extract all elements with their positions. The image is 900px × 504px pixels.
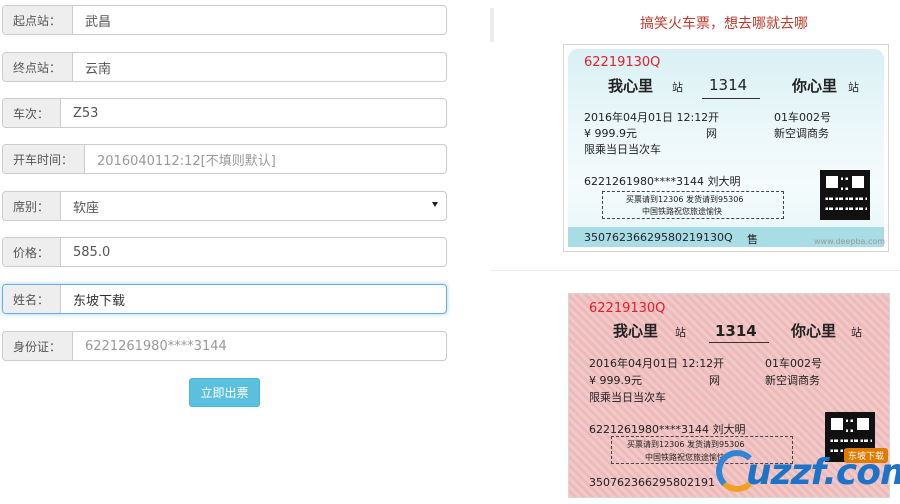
ticket-preview-blue: 62219130Q 我心里 站 1314 你心里 站 2016年04月01日 1… [563,44,889,252]
seat-type-label: 席别： [3,192,61,220]
ticket-class: 新空调商务 [774,127,829,140]
qr-code-icon [820,170,870,220]
to-station-suffix: 站 [848,81,859,94]
ticket-date-red: 2016年04月01日 12:12开 [589,357,725,370]
depart-time-label: 开车时间： [3,145,85,173]
name-label: 姓名： [3,285,61,313]
price-field[interactable]: 价格： 585.0 [2,237,447,267]
ticket-to: 你心里 [792,77,838,95]
end-station-label: 终点站： [3,53,73,81]
logo-badge: 东坡下载 [843,448,888,463]
ticket-serial: 35076236629580219130Q [584,231,733,244]
to-station-suffix-red: 站 [851,326,862,339]
ticket-price: ¥ 999.9元 [584,127,637,140]
site-logo: uzzf.com 东坡下载 [712,446,900,498]
depart-time-input[interactable]: 2016040112:12[不填则默认] [85,145,446,173]
id-card-label: 身份证： [3,332,73,360]
route-arrow-red [709,342,769,343]
end-station-field[interactable]: 终点站： 云南 [2,52,447,82]
ticket-class-red: 新空调商务 [765,374,820,387]
ticket-train: 1314 [709,76,748,94]
start-station-label: 起点站： [3,6,73,34]
ticket-to-red: 你心里 [791,322,837,340]
train-no-field[interactable]: 车次： Z53 [2,98,447,128]
from-station-suffix: 站 [672,81,683,94]
price-input[interactable]: 585.0 [61,238,446,266]
depart-time-field[interactable]: 开车时间： 2016040112:12[不填则默认] [2,144,447,174]
ticket-passenger: 6221261980****3144 刘大明 [584,175,741,188]
notice-line-1: 买票请到12306 发货请到95306 [626,195,744,204]
seat-type-select[interactable]: 席别： 软座 [2,191,447,221]
ticket-passenger-red: 6221261980****3144 刘大明 [589,423,746,436]
preview-heading: 搞笑火车票，想去哪就去哪 [640,16,808,32]
ticket-restriction: 限乘当日当次车 [584,143,661,156]
ticket-train-red: 1314 [715,322,757,340]
ticket-date: 2016年04月01日 12:12开 [584,111,720,124]
preview-divider [490,270,900,271]
name-input[interactable]: 东坡下载 [61,285,446,313]
ticket-restriction-red: 限乘当日当次车 [589,391,666,404]
ticket-serial-red: 350762366295802191 [589,476,715,489]
ticket-channel: 网 [706,127,717,140]
price-label: 价格： [3,238,61,266]
ticket-watermark: www.deepba.com [814,237,886,246]
ticket-generator-page: 起点站： 武昌 终点站： 云南 车次： Z53 开车时间： 2016040112… [0,0,900,504]
start-station-input[interactable]: 武昌 [73,6,446,34]
start-station-field[interactable]: 起点站： 武昌 [2,5,447,35]
sale-mark: 售 [747,233,758,246]
notice-line-2: 中国铁路祝您旅途愉快 [642,207,722,216]
from-station-suffix-red: 站 [675,326,686,339]
submit-ticket-button[interactable]: 立即出票 [189,378,260,407]
seat-type-value[interactable]: 软座 [61,192,446,220]
ticket-from-red: 我心里 [613,322,659,340]
ticket-code: 62219130Q [584,55,661,70]
id-card-field[interactable]: 身份证： 6221261980****3144 [2,331,447,361]
panel-divider [490,8,494,42]
route-arrow [702,98,760,99]
ticket-from: 我心里 [608,77,654,95]
name-field[interactable]: 姓名： 东坡下载 [2,284,447,314]
chevron-down-icon[interactable] [432,202,438,207]
ticket-price-red: ¥ 999.9元 [589,374,642,387]
id-card-input[interactable]: 6221261980****3144 [73,332,446,360]
train-no-input[interactable]: Z53 [61,99,446,127]
train-no-label: 车次： [3,99,61,127]
ticket-seat-no-red: 01车002号 [765,357,822,370]
ticket-seat-no: 01车002号 [774,111,831,124]
end-station-input[interactable]: 云南 [73,53,446,81]
ticket-channel-red: 网 [709,374,720,387]
ticket-code-red: 62219130Q [589,301,666,316]
